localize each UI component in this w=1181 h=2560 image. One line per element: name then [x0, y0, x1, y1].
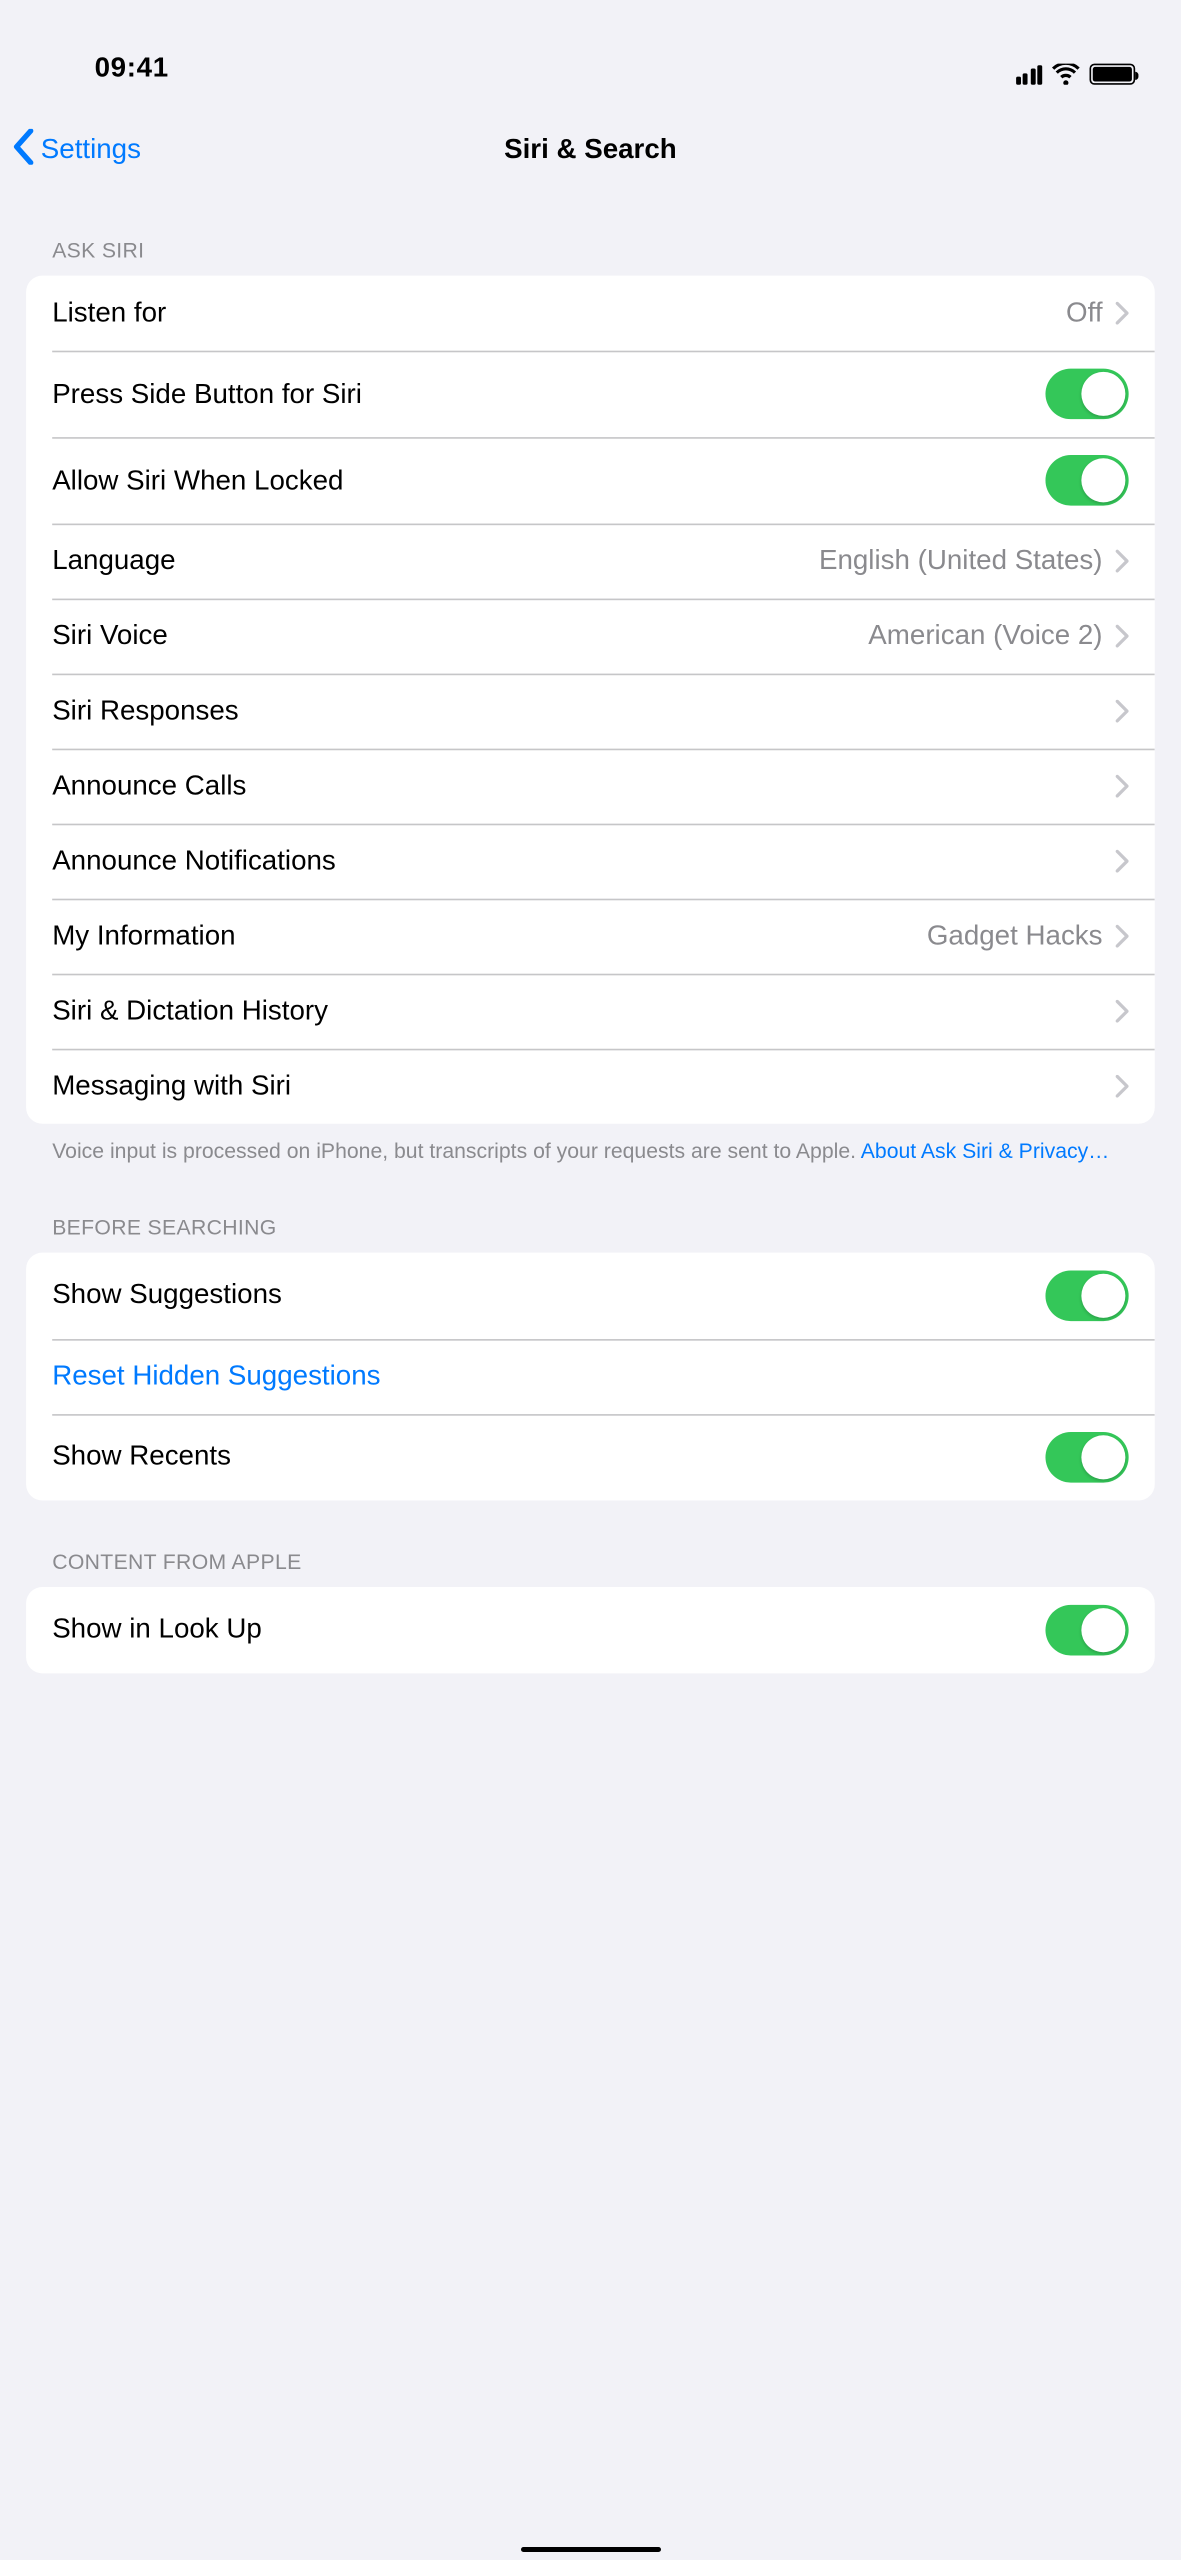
cell-label: Show Suggestions [52, 1279, 1045, 1312]
cell-label: Show Recents [52, 1440, 1045, 1473]
cell-label: Show in Look Up [52, 1613, 1045, 1646]
cell-label: Reset Hidden Suggestions [52, 1360, 1128, 1393]
back-button[interactable]: Settings [13, 127, 141, 173]
cell-label: Announce Calls [52, 770, 1115, 803]
cell-announce-calls[interactable]: Announce Calls [26, 749, 1155, 824]
cell-value: Off [1066, 297, 1102, 330]
cell-label: Messaging with Siri [52, 1070, 1115, 1103]
cell-label: Press Side Button for Siri [52, 378, 1045, 411]
cell-reset-hidden-suggestions[interactable]: Reset Hidden Suggestions [26, 1338, 1155, 1413]
toggle-press-side-button[interactable] [1045, 369, 1128, 420]
cell-value: English (United States) [819, 545, 1103, 578]
chevron-right-icon [1116, 302, 1129, 325]
toggle-allow-siri-locked[interactable] [1045, 455, 1128, 506]
group-before-searching: Show Suggestions Reset Hidden Suggestion… [26, 1252, 1155, 1500]
status-time: 09:41 [46, 52, 169, 85]
cell-messaging-with-siri[interactable]: Messaging with Siri [26, 1049, 1155, 1124]
back-label: Settings [41, 134, 141, 167]
cell-show-in-look-up: Show in Look Up [26, 1586, 1155, 1672]
group-content-from-apple: Show in Look Up [26, 1586, 1155, 1672]
cell-show-suggestions: Show Suggestions [26, 1252, 1155, 1338]
chevron-right-icon [1116, 1000, 1129, 1023]
cell-value: American (Voice 2) [868, 620, 1102, 653]
footer-ask-siri: Voice input is processed on iPhone, but … [0, 1124, 1181, 1166]
cell-siri-dictation-history[interactable]: Siri & Dictation History [26, 974, 1155, 1049]
cell-announce-notifications[interactable]: Announce Notifications [26, 824, 1155, 899]
cell-siri-responses[interactable]: Siri Responses [26, 674, 1155, 749]
home-indicator[interactable] [521, 2547, 661, 2552]
cell-label: Allow Siri When Locked [52, 464, 1045, 497]
cell-label: Siri Voice [52, 620, 868, 653]
group-ask-siri: Listen for Off Press Side Button for Sir… [26, 276, 1155, 1124]
chevron-right-icon [1116, 700, 1129, 723]
footer-text: Voice input is processed on iPhone, but … [52, 1138, 861, 1162]
cell-listen-for[interactable]: Listen for Off [26, 276, 1155, 351]
page-title: Siri & Search [0, 134, 1181, 167]
status-indicators [1015, 64, 1135, 85]
chevron-right-icon [1116, 850, 1129, 873]
section-header-before-searching: BEFORE SEARCHING [0, 1165, 1181, 1251]
cell-label: Announce Notifications [52, 845, 1115, 878]
toggle-show-recents[interactable] [1045, 1431, 1128, 1482]
cell-my-information[interactable]: My Information Gadget Hacks [26, 899, 1155, 974]
toggle-show-suggestions[interactable] [1045, 1270, 1128, 1321]
chevron-right-icon [1116, 925, 1129, 948]
section-header-ask-siri: ASK SIRI [0, 186, 1181, 276]
link-ask-siri-privacy[interactable]: About Ask Siri & Privacy… [861, 1138, 1110, 1162]
battery-icon [1090, 64, 1136, 85]
chevron-left-icon [13, 127, 34, 173]
toggle-show-in-look-up[interactable] [1045, 1604, 1128, 1655]
section-header-content-from-apple: CONTENT FROM APPLE [0, 1500, 1181, 1586]
cell-label: Siri Responses [52, 695, 1115, 728]
nav-bar: Settings Siri & Search [0, 114, 1181, 186]
cell-show-recents: Show Recents [26, 1413, 1155, 1499]
chevron-right-icon [1116, 775, 1129, 798]
chevron-right-icon [1116, 625, 1129, 648]
chevron-right-icon [1116, 550, 1129, 573]
cell-siri-voice[interactable]: Siri Voice American (Voice 2) [26, 599, 1155, 674]
chevron-right-icon [1116, 1075, 1129, 1098]
cell-allow-siri-when-locked: Allow Siri When Locked [26, 437, 1155, 523]
wifi-icon [1052, 64, 1080, 85]
status-bar: 09:41 [0, 0, 1181, 88]
cell-label: Siri & Dictation History [52, 995, 1115, 1028]
cellular-signal-icon [1015, 64, 1042, 85]
cell-value: Gadget Hacks [927, 920, 1103, 953]
cell-language[interactable]: Language English (United States) [26, 524, 1155, 599]
cell-label: My Information [52, 920, 927, 953]
cell-label: Language [52, 545, 819, 578]
cell-press-side-button: Press Side Button for Siri [26, 351, 1155, 437]
cell-label: Listen for [52, 297, 1066, 330]
